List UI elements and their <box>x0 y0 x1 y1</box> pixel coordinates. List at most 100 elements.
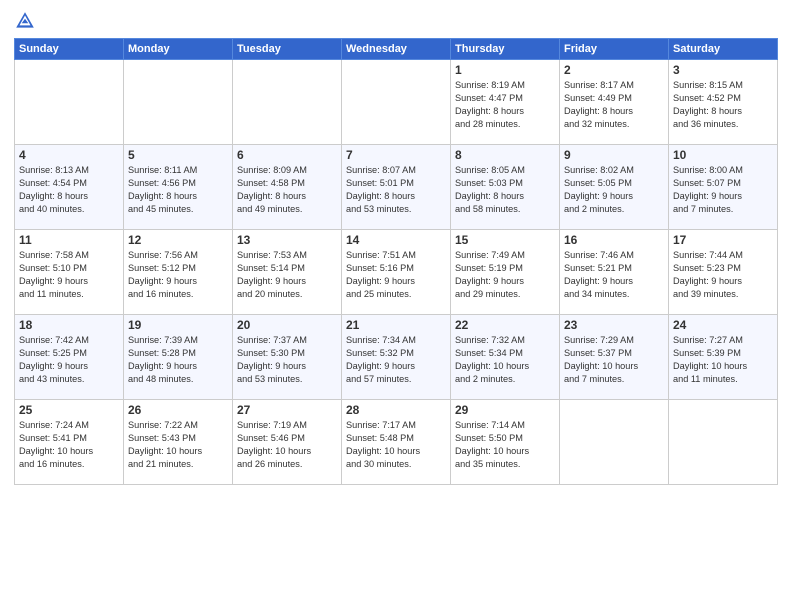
calendar-week-3: 11 Sunrise: 7:58 AM Sunset: 5:10 PM Dayli… <box>15 230 778 315</box>
calendar-cell: 17 Sunrise: 7:44 AM Sunset: 5:23 PM Dayli… <box>669 230 778 315</box>
day-number: 11 <box>19 233 119 247</box>
day-number: 21 <box>346 318 446 332</box>
calendar-cell <box>342 60 451 145</box>
day-number: 29 <box>455 403 555 417</box>
day-info: Sunrise: 7:44 AM Sunset: 5:23 PM Dayligh… <box>673 249 773 301</box>
calendar-cell: 21 Sunrise: 7:34 AM Sunset: 5:32 PM Dayli… <box>342 315 451 400</box>
calendar-cell: 3 Sunrise: 8:15 AM Sunset: 4:52 PM Daylig… <box>669 60 778 145</box>
calendar-cell <box>15 60 124 145</box>
calendar-cell: 20 Sunrise: 7:37 AM Sunset: 5:30 PM Dayli… <box>233 315 342 400</box>
day-number: 22 <box>455 318 555 332</box>
calendar-cell: 16 Sunrise: 7:46 AM Sunset: 5:21 PM Dayli… <box>560 230 669 315</box>
weekday-header-saturday: Saturday <box>669 39 778 60</box>
day-number: 1 <box>455 63 555 77</box>
day-number: 13 <box>237 233 337 247</box>
day-info: Sunrise: 8:00 AM Sunset: 5:07 PM Dayligh… <box>673 164 773 216</box>
day-info: Sunrise: 7:19 AM Sunset: 5:46 PM Dayligh… <box>237 419 337 471</box>
calendar-cell: 11 Sunrise: 7:58 AM Sunset: 5:10 PM Dayli… <box>15 230 124 315</box>
calendar-cell: 15 Sunrise: 7:49 AM Sunset: 5:19 PM Dayli… <box>451 230 560 315</box>
calendar-cell: 19 Sunrise: 7:39 AM Sunset: 5:28 PM Dayli… <box>124 315 233 400</box>
day-number: 20 <box>237 318 337 332</box>
day-info: Sunrise: 8:13 AM Sunset: 4:54 PM Dayligh… <box>19 164 119 216</box>
day-info: Sunrise: 7:32 AM Sunset: 5:34 PM Dayligh… <box>455 334 555 386</box>
day-number: 7 <box>346 148 446 162</box>
day-info: Sunrise: 7:51 AM Sunset: 5:16 PM Dayligh… <box>346 249 446 301</box>
day-number: 12 <box>128 233 228 247</box>
calendar-cell: 27Sunrise: 7:19 AM Sunset: 5:46 PM Dayli… <box>233 400 342 485</box>
calendar-week-1: 1 Sunrise: 8:19 AM Sunset: 4:47 PM Daylig… <box>15 60 778 145</box>
logo <box>14 10 40 32</box>
calendar-cell: 14 Sunrise: 7:51 AM Sunset: 5:16 PM Dayli… <box>342 230 451 315</box>
calendar-week-5: 25 Sunrise: 7:24 AM Sunset: 5:41 PM Dayli… <box>15 400 778 485</box>
calendar-cell: 24 Sunrise: 7:27 AM Sunset: 5:39 PM Dayli… <box>669 315 778 400</box>
day-number: 4 <box>19 148 119 162</box>
day-number: 19 <box>128 318 228 332</box>
day-info: Sunrise: 7:27 AM Sunset: 5:39 PM Dayligh… <box>673 334 773 386</box>
calendar-cell: 8 Sunrise: 8:05 AM Sunset: 5:03 PM Daylig… <box>451 145 560 230</box>
day-info: Sunrise: 8:17 AM Sunset: 4:49 PM Dayligh… <box>564 79 664 131</box>
day-info: Sunrise: 8:11 AM Sunset: 4:56 PM Dayligh… <box>128 164 228 216</box>
day-number: 24 <box>673 318 773 332</box>
day-info: Sunrise: 7:42 AM Sunset: 5:25 PM Dayligh… <box>19 334 119 386</box>
calendar-body: 1 Sunrise: 8:19 AM Sunset: 4:47 PM Daylig… <box>15 60 778 485</box>
day-number: 10 <box>673 148 773 162</box>
calendar-cell: 6Sunrise: 8:09 AM Sunset: 4:58 PM Daylig… <box>233 145 342 230</box>
weekday-header-thursday: Thursday <box>451 39 560 60</box>
day-info: Sunrise: 8:15 AM Sunset: 4:52 PM Dayligh… <box>673 79 773 131</box>
day-number: 23 <box>564 318 664 332</box>
day-info: Sunrise: 7:29 AM Sunset: 5:37 PM Dayligh… <box>564 334 664 386</box>
day-number: 17 <box>673 233 773 247</box>
day-info: Sunrise: 8:02 AM Sunset: 5:05 PM Dayligh… <box>564 164 664 216</box>
weekday-header-tuesday: Tuesday <box>233 39 342 60</box>
weekday-header-monday: Monday <box>124 39 233 60</box>
day-number: 16 <box>564 233 664 247</box>
day-number: 8 <box>455 148 555 162</box>
day-info: Sunrise: 8:19 AM Sunset: 4:47 PM Dayligh… <box>455 79 555 131</box>
calendar-cell: 1 Sunrise: 8:19 AM Sunset: 4:47 PM Daylig… <box>451 60 560 145</box>
calendar-cell <box>124 60 233 145</box>
day-info: Sunrise: 7:37 AM Sunset: 5:30 PM Dayligh… <box>237 334 337 386</box>
calendar-header: SundayMondayTuesdayWednesdayThursdayFrid… <box>15 39 778 60</box>
day-number: 14 <box>346 233 446 247</box>
day-number: 15 <box>455 233 555 247</box>
day-number: 25 <box>19 403 119 417</box>
day-number: 28 <box>346 403 446 417</box>
weekday-header-row: SundayMondayTuesdayWednesdayThursdayFrid… <box>15 39 778 60</box>
day-info: Sunrise: 7:34 AM Sunset: 5:32 PM Dayligh… <box>346 334 446 386</box>
calendar-cell: 7 Sunrise: 8:07 AM Sunset: 5:01 PM Daylig… <box>342 145 451 230</box>
day-info: Sunrise: 7:22 AM Sunset: 5:43 PM Dayligh… <box>128 419 228 471</box>
day-info: Sunrise: 8:09 AM Sunset: 4:58 PM Dayligh… <box>237 164 337 216</box>
calendar-table: SundayMondayTuesdayWednesdayThursdayFrid… <box>14 38 778 485</box>
logo-icon <box>14 10 36 32</box>
calendar-week-2: 4 Sunrise: 8:13 AM Sunset: 4:54 PM Daylig… <box>15 145 778 230</box>
day-number: 2 <box>564 63 664 77</box>
day-info: Sunrise: 7:56 AM Sunset: 5:12 PM Dayligh… <box>128 249 228 301</box>
day-info: Sunrise: 7:58 AM Sunset: 5:10 PM Dayligh… <box>19 249 119 301</box>
header-row <box>14 10 778 32</box>
day-info: Sunrise: 7:24 AM Sunset: 5:41 PM Dayligh… <box>19 419 119 471</box>
calendar-cell: 12 Sunrise: 7:56 AM Sunset: 5:12 PM Dayli… <box>124 230 233 315</box>
day-number: 18 <box>19 318 119 332</box>
page-container: SundayMondayTuesdayWednesdayThursdayFrid… <box>0 0 792 491</box>
calendar-cell: 2 Sunrise: 8:17 AM Sunset: 4:49 PM Daylig… <box>560 60 669 145</box>
calendar-cell: 28Sunrise: 7:17 AM Sunset: 5:48 PM Dayli… <box>342 400 451 485</box>
calendar-cell: 26Sunrise: 7:22 AM Sunset: 5:43 PM Dayli… <box>124 400 233 485</box>
weekday-header-wednesday: Wednesday <box>342 39 451 60</box>
calendar-cell: 4 Sunrise: 8:13 AM Sunset: 4:54 PM Daylig… <box>15 145 124 230</box>
day-info: Sunrise: 8:07 AM Sunset: 5:01 PM Dayligh… <box>346 164 446 216</box>
calendar-cell: 9 Sunrise: 8:02 AM Sunset: 5:05 PM Daylig… <box>560 145 669 230</box>
day-info: Sunrise: 7:39 AM Sunset: 5:28 PM Dayligh… <box>128 334 228 386</box>
calendar-cell: 10 Sunrise: 8:00 AM Sunset: 5:07 PM Dayli… <box>669 145 778 230</box>
day-number: 9 <box>564 148 664 162</box>
day-info: Sunrise: 7:14 AM Sunset: 5:50 PM Dayligh… <box>455 419 555 471</box>
calendar-cell: 18 Sunrise: 7:42 AM Sunset: 5:25 PM Dayli… <box>15 315 124 400</box>
day-info: Sunrise: 8:05 AM Sunset: 5:03 PM Dayligh… <box>455 164 555 216</box>
calendar-cell: 25 Sunrise: 7:24 AM Sunset: 5:41 PM Dayli… <box>15 400 124 485</box>
calendar-week-4: 18 Sunrise: 7:42 AM Sunset: 5:25 PM Dayli… <box>15 315 778 400</box>
calendar-cell: 5Sunrise: 8:11 AM Sunset: 4:56 PM Daylig… <box>124 145 233 230</box>
calendar-cell: 23 Sunrise: 7:29 AM Sunset: 5:37 PM Dayli… <box>560 315 669 400</box>
weekday-header-sunday: Sunday <box>15 39 124 60</box>
day-info: Sunrise: 7:49 AM Sunset: 5:19 PM Dayligh… <box>455 249 555 301</box>
day-info: Sunrise: 7:46 AM Sunset: 5:21 PM Dayligh… <box>564 249 664 301</box>
day-number: 3 <box>673 63 773 77</box>
